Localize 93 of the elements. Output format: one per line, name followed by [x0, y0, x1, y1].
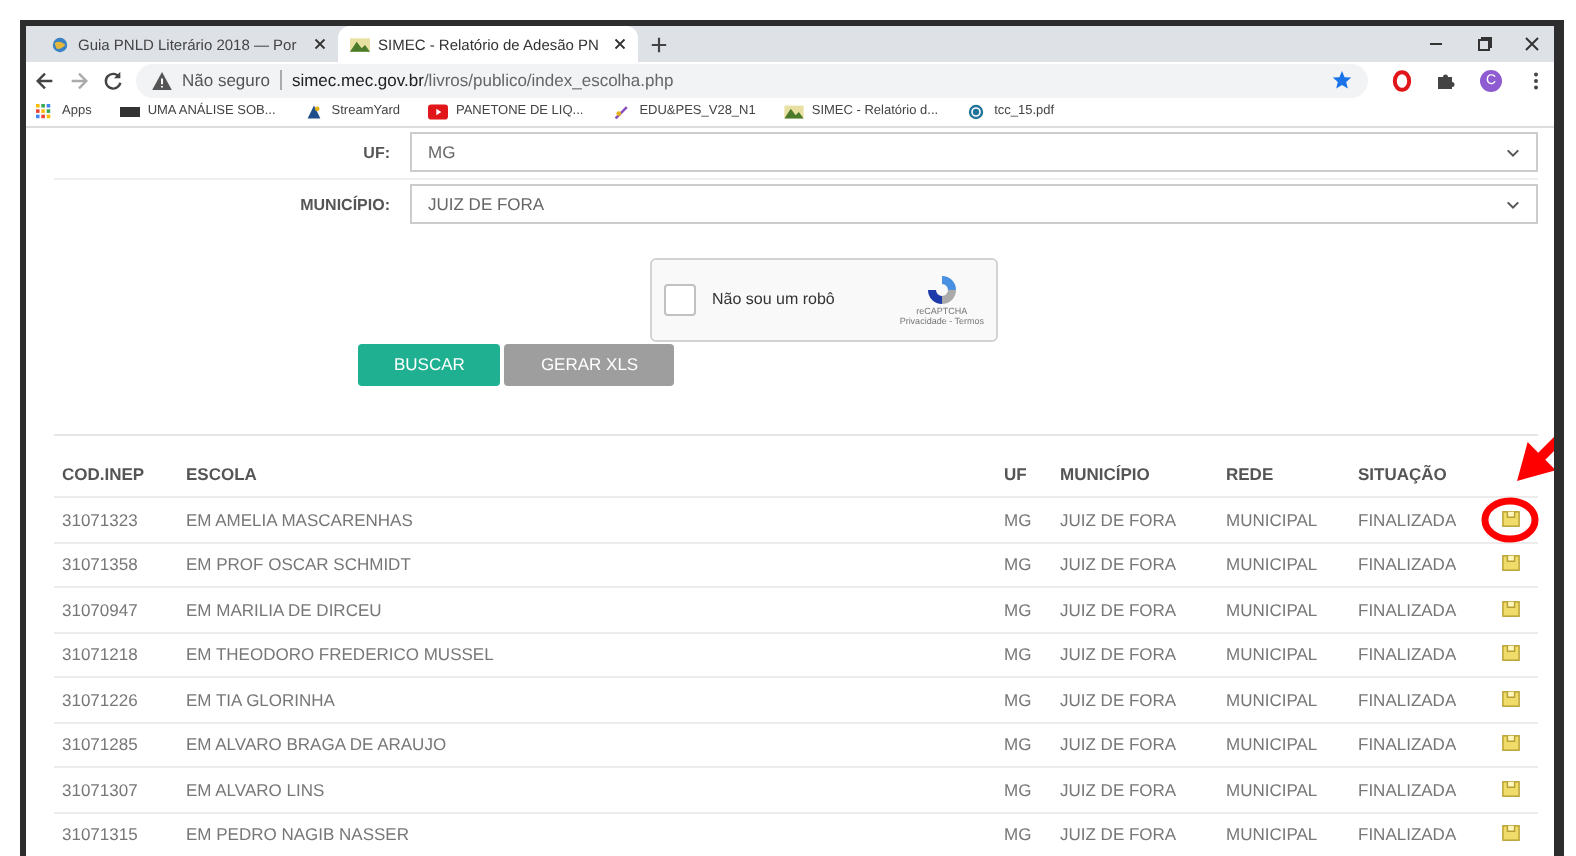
- table-cell-text: 31071358: [60, 554, 140, 575]
- table-cell-text: MG: [1004, 779, 1034, 800]
- table-cell-text: EM MARILIA DE DIRCEU: [186, 599, 384, 620]
- figure-icon: [303, 103, 324, 120]
- address-bar[interactable]: Não seguro simec.mec.gov.br/livros/publico/index_escolha.php: [136, 63, 1368, 98]
- table-cell-text: 31071226: [60, 689, 140, 710]
- chevron-icon: [1506, 147, 1520, 157]
- table-cell-text: JUIZ DE FORA: [1060, 734, 1179, 755]
- select-field[interactable]: JUIZ DE FORA: [410, 184, 1538, 224]
- reload-icon[interactable]: [102, 69, 124, 92]
- document-icon[interactable]: [1502, 509, 1520, 528]
- table-cell-text: EM AMELIA MASCARENHAS: [186, 509, 415, 530]
- table-cell-text: MUNICIPAL: [1226, 554, 1320, 575]
- document-icon[interactable]: [1502, 824, 1520, 843]
- table-cell-text: MG: [1004, 644, 1034, 665]
- new-tab-icon[interactable]: [650, 36, 668, 54]
- column-header: MUNICÍPIO: [1060, 463, 1152, 484]
- field-label: MUNICÍPIO:: [298, 195, 390, 213]
- column-header: SITUAÇÃO: [1358, 463, 1449, 484]
- table-cell-text: MG: [1004, 599, 1034, 620]
- document-icon[interactable]: [1502, 644, 1520, 663]
- table-cell-text: FINALIZADA: [1358, 779, 1459, 800]
- table-cell-text: MUNICIPAL: [1226, 779, 1320, 800]
- table-cell-text: MUNICIPAL: [1226, 689, 1320, 710]
- table-cell-text: MUNICIPAL: [1226, 824, 1320, 845]
- table-cell-text: MUNICIPAL: [1226, 644, 1320, 665]
- column-header: ESCOLA: [186, 463, 259, 484]
- table-cell-text: EM ALVARO LINS: [186, 779, 327, 800]
- document-icon[interactable]: [1502, 779, 1520, 798]
- table-cell-text: 31070947: [60, 599, 140, 620]
- table-cell-text: JUIZ DE FORA: [1060, 824, 1179, 845]
- column-header: COD.INEP: [60, 463, 147, 484]
- table-cell-text: FINALIZADA: [1358, 644, 1459, 665]
- table-cell-text: JUIZ DE FORA: [1060, 779, 1179, 800]
- table-cell-text: FINALIZADA: [1358, 509, 1459, 530]
- close-icon[interactable]: [614, 38, 626, 50]
- url-text: simec.mec.gov.br/livros/publico/index_escolha.php: [291, 70, 674, 91]
- opera-icon[interactable]: [1392, 69, 1412, 92]
- table-cell-text: MG: [1004, 824, 1034, 845]
- document-icon[interactable]: [1502, 599, 1520, 618]
- column-header: UF: [1004, 463, 1029, 484]
- landscape-icon: [350, 35, 370, 53]
- table-cell-text: FINALIZADA: [1358, 689, 1459, 710]
- select-field[interactable]: MG: [410, 132, 1538, 172]
- column-header: REDE: [1226, 463, 1276, 484]
- apps-grid-icon: [34, 103, 54, 120]
- play-icon: [427, 103, 448, 120]
- globe-icon: [50, 35, 70, 53]
- landscape-icon: [783, 103, 804, 120]
- table-cell-text: 31071315: [60, 824, 140, 845]
- table-cell-text: JUIZ DE FORA: [1060, 689, 1179, 710]
- field-label: UF:: [361, 143, 390, 161]
- table-cell-text: JUIZ DE FORA: [1060, 644, 1179, 665]
- table-cell-text: EM PEDRO NAGIB NASSER: [186, 824, 411, 845]
- table-cell-text: MG: [1004, 689, 1034, 710]
- table-cell-text: EM PROF OSCAR SCHMIDT: [186, 554, 413, 575]
- warning-icon: [152, 71, 172, 90]
- table-cell-text: MUNICIPAL: [1226, 599, 1320, 620]
- chevron-icon: [1506, 199, 1520, 209]
- table-cell-text: MUNICIPAL: [1226, 509, 1320, 530]
- table-cell-text: EM ALVARO BRAGA DE ARAUJO: [186, 734, 449, 755]
- close-icon[interactable]: [314, 38, 326, 50]
- table-cell-text: JUIZ DE FORA: [1060, 554, 1179, 575]
- table-cell-text: 31071285: [60, 734, 140, 755]
- table-cell-text: 31071307: [60, 779, 140, 800]
- table-cell-text: EM THEODORO FREDERICO MUSSEL: [186, 644, 496, 665]
- circle-logo-icon: [966, 103, 987, 120]
- table-cell-text: JUIZ DE FORA: [1060, 599, 1179, 620]
- document-icon[interactable]: [1502, 734, 1520, 753]
- document-icon[interactable]: [1502, 554, 1520, 573]
- checkbox[interactable]: [664, 283, 696, 315]
- back-icon[interactable]: [34, 69, 56, 92]
- close-icon[interactable]: [1522, 34, 1542, 54]
- restore-icon[interactable]: [1474, 34, 1494, 54]
- table-cell-text: MG: [1004, 734, 1034, 755]
- table-cell-text: FINALIZADA: [1358, 554, 1459, 575]
- puzzle-icon[interactable]: [1436, 69, 1456, 92]
- table-cell-text: JUIZ DE FORA: [1060, 509, 1179, 530]
- table-cell-text: FINALIZADA: [1358, 599, 1459, 620]
- table-cell-text: 31071323: [60, 509, 140, 530]
- security-label: Não seguro: [182, 70, 270, 91]
- table-cell-text: FINALIZADA: [1358, 734, 1459, 755]
- captcha-label: Não sou um robô: [712, 290, 835, 308]
- document-icon[interactable]: [1502, 689, 1520, 708]
- recaptcha-icon: [925, 273, 958, 305]
- table-cell-text: 31071218: [60, 644, 140, 665]
- table-cell-text: MG: [1004, 509, 1034, 530]
- pen-icon: [611, 103, 632, 120]
- star-icon[interactable]: [1332, 70, 1352, 91]
- table-cell-text: MG: [1004, 554, 1034, 575]
- table-cell-text: EM TIA GLORINHA: [186, 689, 337, 710]
- table-cell-text: FINALIZADA: [1358, 824, 1459, 845]
- table-cell-text: MUNICIPAL: [1226, 734, 1320, 755]
